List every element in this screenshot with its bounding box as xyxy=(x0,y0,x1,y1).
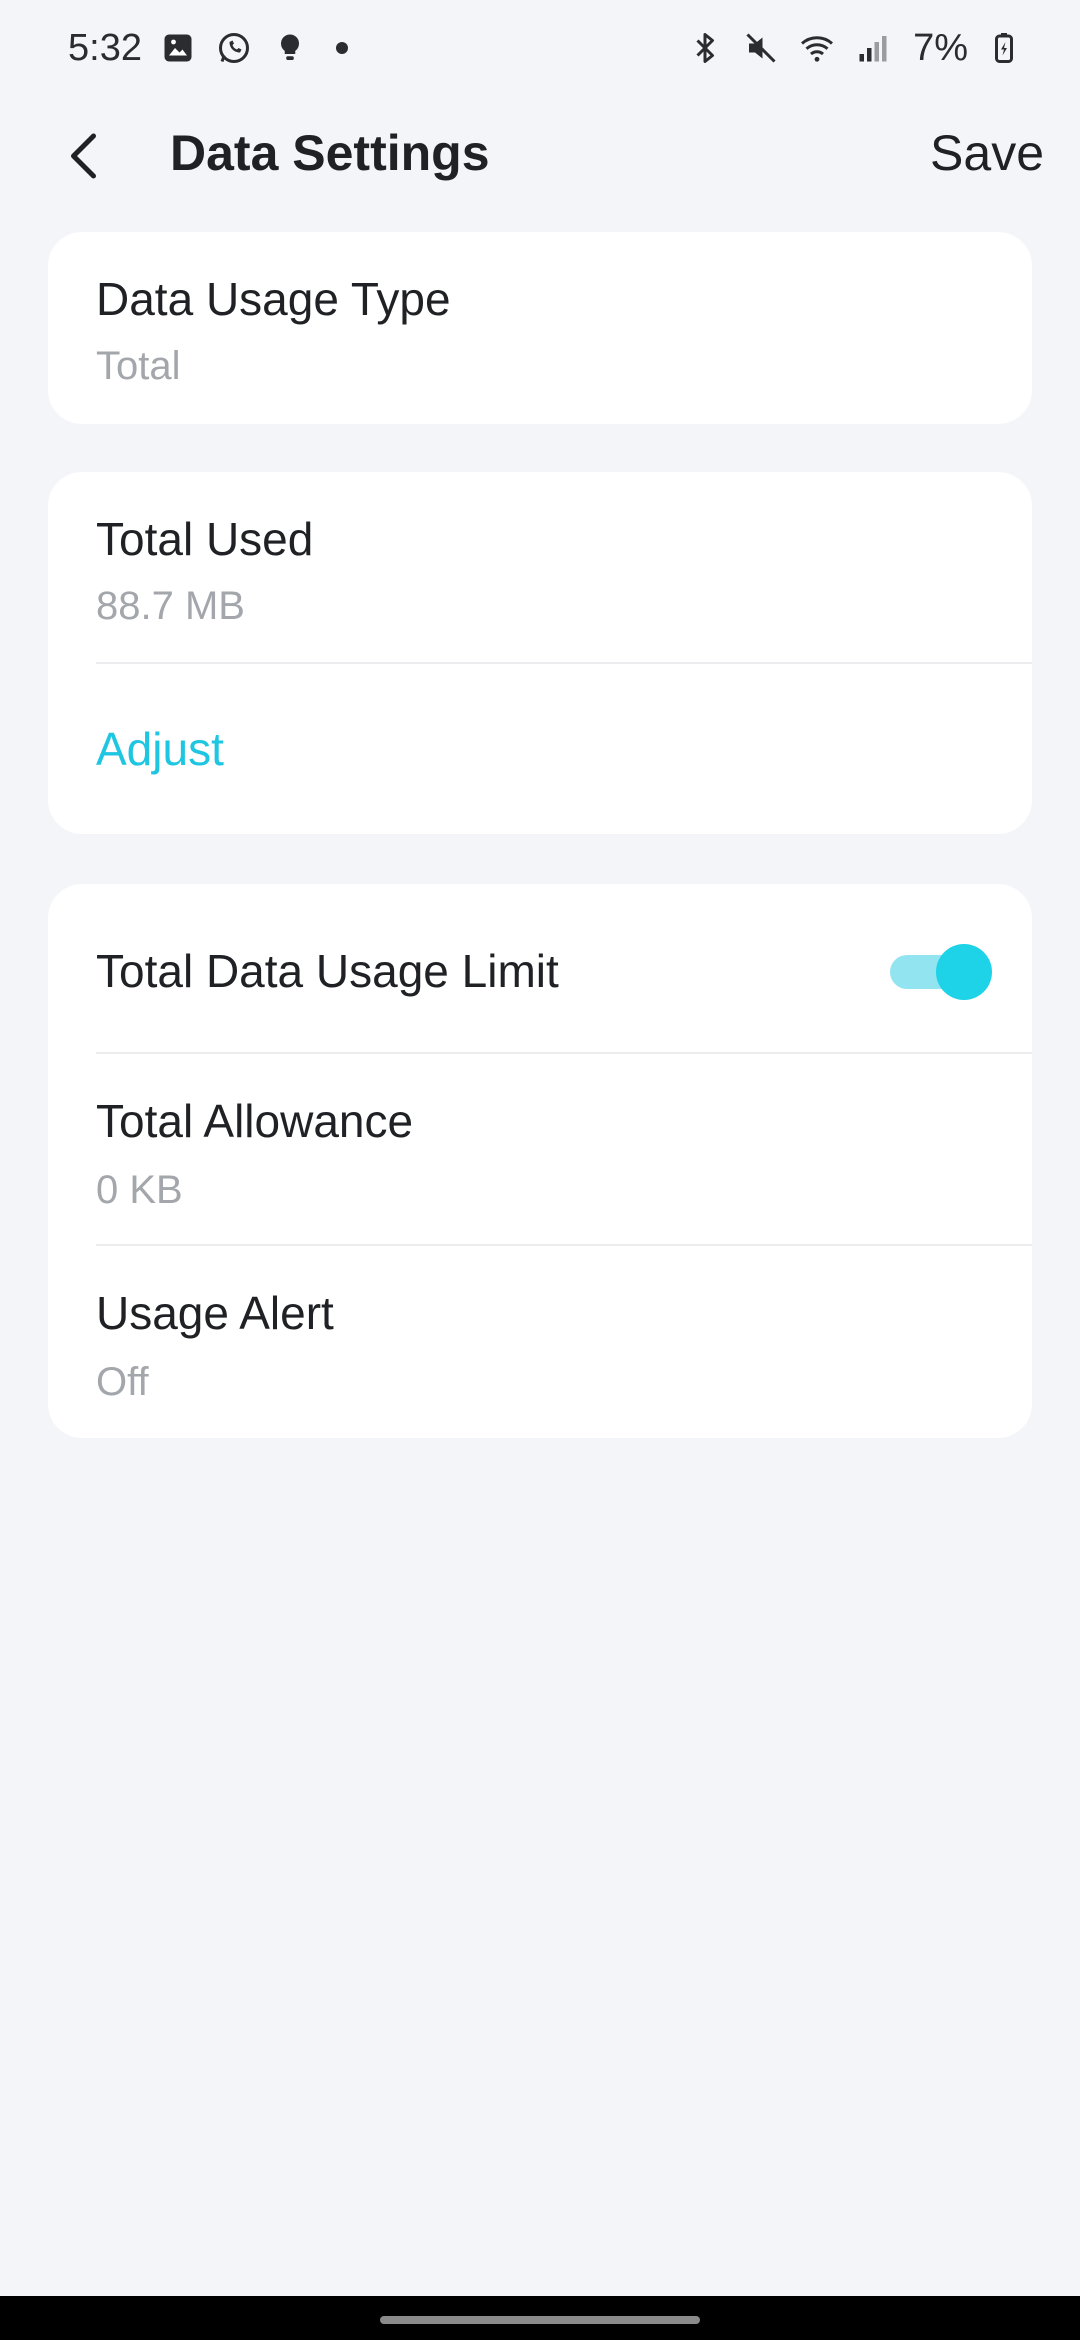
usage-alert-value: Off xyxy=(96,1360,149,1404)
total-data-usage-limit-label: Total Data Usage Limit xyxy=(96,945,559,997)
battery-percentage: 7% xyxy=(913,26,968,69)
toggle-thumb xyxy=(936,944,992,1000)
divider xyxy=(96,1052,1032,1054)
save-button[interactable]: Save xyxy=(930,124,1044,182)
total-allowance-label[interactable]: Total Allowance xyxy=(96,1094,413,1148)
navigation-bar xyxy=(0,2296,1080,2340)
page-title: Data Settings xyxy=(170,125,490,181)
divider xyxy=(96,662,1032,664)
data-usage-type-row[interactable]: Data Usage Type Total xyxy=(48,232,1032,424)
mute-icon xyxy=(741,28,781,68)
total-allowance-value: 0 KB xyxy=(96,1168,183,1212)
bulb-icon xyxy=(270,28,310,68)
dot-icon xyxy=(335,42,348,54)
total-used-card: Total Used 88.7 MB Adjust xyxy=(48,472,1032,834)
whatsapp-icon xyxy=(214,28,254,68)
total-used-value: 88.7 MB xyxy=(96,584,245,628)
data-usage-type-value: Total xyxy=(96,344,181,388)
status-bar: 5:32 7% xyxy=(0,0,1080,96)
chevron-left-icon xyxy=(71,133,96,179)
divider xyxy=(96,1244,1032,1246)
limit-card: Total Data Usage Limit Total Allowance 0… xyxy=(48,884,1032,1438)
status-right: 7% xyxy=(685,27,1024,70)
total-used-label: Total Used xyxy=(96,513,314,565)
usage-alert-label[interactable]: Usage Alert xyxy=(96,1286,334,1340)
gallery-icon xyxy=(158,28,198,68)
wifi-icon xyxy=(797,28,837,68)
signal-icon xyxy=(853,28,893,68)
home-indicator[interactable] xyxy=(380,2316,700,2324)
status-left: 5:32 xyxy=(68,27,348,70)
back-button[interactable] xyxy=(46,116,126,196)
bluetooth-icon xyxy=(685,28,725,68)
data-usage-type-label: Data Usage Type xyxy=(96,273,451,325)
screen: 5:32 7% Data Settings Save Data Usage Ty… xyxy=(0,0,1080,2340)
battery-icon xyxy=(984,28,1024,68)
total-data-usage-limit-toggle[interactable] xyxy=(886,942,994,1002)
app-bar: Data Settings Save xyxy=(0,96,1080,214)
adjust-button[interactable]: Adjust xyxy=(96,722,224,776)
status-time: 5:32 xyxy=(68,26,142,69)
